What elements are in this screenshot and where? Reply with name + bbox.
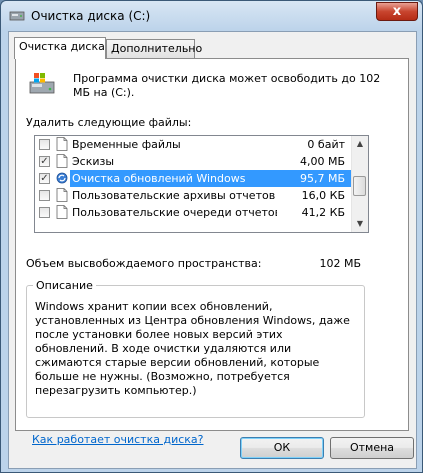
list-item[interactable]: ✓ Очистка обновлений Windows 95,7 МБ bbox=[35, 170, 351, 187]
file-size: 16,0 КБ bbox=[301, 189, 345, 202]
file-name: Очистка обновлений Windows bbox=[72, 172, 246, 185]
space-to-free-label: Объем высвобождаемого пространства: bbox=[26, 257, 262, 270]
tab-panel: Программа очистки диска может освободить… bbox=[15, 58, 409, 446]
file-name: Временные файлы bbox=[72, 138, 181, 151]
file-icon bbox=[56, 137, 68, 151]
file-icon bbox=[56, 154, 68, 168]
scroll-up-arrow-icon[interactable]: ▲ bbox=[352, 136, 368, 152]
checkbox[interactable] bbox=[39, 207, 50, 218]
disk-cleanup-window: Очистка диска (C:) x Очистка диска Допол… bbox=[0, 0, 423, 473]
file-name: Эскизы bbox=[72, 155, 115, 168]
scroll-thumb[interactable] bbox=[353, 176, 366, 196]
description-group: Описание Windows хранит копии всех обнов… bbox=[26, 279, 365, 418]
close-button[interactable]: x bbox=[376, 2, 418, 21]
title-bar[interactable]: Очистка диска (C:) x bbox=[1, 1, 422, 31]
file-name: Пользовательские очереди отчетов... bbox=[72, 206, 277, 219]
list-scrollbar[interactable]: ▲ ▼ bbox=[351, 136, 368, 232]
description-text: Windows хранит копии всех обновлений, ус… bbox=[35, 300, 350, 397]
file-icon bbox=[56, 188, 68, 202]
file-size: 95,7 МБ bbox=[299, 172, 345, 185]
how-disk-cleanup-works-link[interactable]: Как работает очистка диска? bbox=[32, 433, 204, 446]
window-title: Очистка диска (C:) bbox=[31, 9, 151, 23]
files-list[interactable]: Временные файлы 0 байт ✓ Эскизы 4,00 МБ … bbox=[34, 135, 369, 233]
description-title: Описание bbox=[33, 279, 96, 292]
file-size: 0 байт bbox=[307, 138, 345, 151]
client-area: Очистка диска Дополнительно Программа оч… bbox=[8, 31, 417, 469]
cancel-button[interactable]: Отмена bbox=[330, 437, 414, 459]
windows-update-icon bbox=[56, 172, 68, 184]
file-name: Пользовательские архивы отчетов ... bbox=[72, 189, 277, 202]
ok-button[interactable]: ОК bbox=[240, 437, 324, 459]
scroll-down-arrow-icon[interactable]: ▼ bbox=[352, 216, 368, 232]
space-to-free-value: 102 МБ bbox=[319, 257, 361, 270]
checkbox[interactable]: ✓ bbox=[39, 156, 50, 167]
tab-more-options[interactable]: Дополнительно bbox=[106, 39, 202, 58]
tab-disk-cleanup[interactable]: Очистка диска bbox=[14, 37, 106, 59]
summary-text: Программа очистки диска может освободить… bbox=[73, 72, 381, 99]
checkbox[interactable]: ✓ bbox=[39, 173, 50, 184]
file-size: 41,2 КБ bbox=[301, 206, 345, 219]
checkbox[interactable] bbox=[39, 139, 50, 150]
disk-cleanup-icon bbox=[9, 11, 25, 21]
list-item[interactable]: Пользовательские архивы отчетов ... 16,0… bbox=[35, 187, 351, 204]
checkbox[interactable] bbox=[39, 190, 50, 201]
files-to-delete-label: Удалить следующие файлы: bbox=[26, 116, 192, 129]
list-item[interactable]: Временные файлы 0 байт bbox=[35, 136, 351, 153]
list-item[interactable]: Пользовательские очереди отчетов... 41,2… bbox=[35, 204, 351, 221]
file-size: 4,00 МБ bbox=[299, 155, 345, 168]
file-icon bbox=[56, 205, 68, 219]
disk-cleanup-icon bbox=[29, 73, 55, 94]
list-item[interactable]: ✓ Эскизы 4,00 МБ bbox=[35, 153, 351, 170]
